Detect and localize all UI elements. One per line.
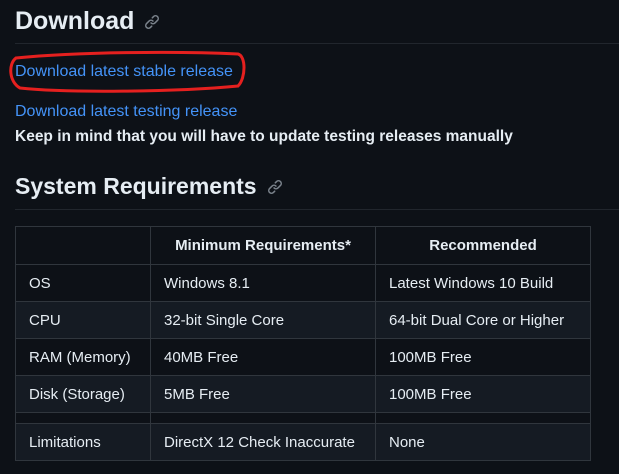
table-row-empty — [15, 412, 591, 424]
table-header-row: Minimum Requirements* Recommended — [15, 226, 591, 265]
table-cell: DirectX 12 Check Inaccurate — [150, 423, 376, 461]
table-cell: Limitations — [15, 423, 151, 461]
table-row: CPU 32-bit Single Core 64-bit Dual Core … — [15, 301, 591, 339]
table-cell: 64-bit Dual Core or Higher — [375, 301, 591, 339]
table-cell: Windows 8.1 — [150, 264, 376, 302]
table-cell: None — [375, 423, 591, 461]
table-cell: CPU — [15, 301, 151, 339]
requirements-table: Minimum Requirements* Recommended OS Win… — [15, 226, 591, 461]
table-cell: OS — [15, 264, 151, 302]
table-cell — [150, 412, 376, 424]
link-icon[interactable] — [144, 14, 160, 30]
heading-divider — [15, 43, 619, 44]
table-row: Disk (Storage) 5MB Free 100MB Free — [15, 375, 591, 413]
table-row: Limitations DirectX 12 Check Inaccurate … — [15, 423, 591, 461]
download-heading-text: Download — [15, 7, 135, 35]
system-requirements-heading: System Requirements — [15, 173, 283, 200]
table-header-cell: Minimum Requirements* — [150, 226, 376, 265]
table-header-cell: Recommended — [375, 226, 591, 265]
table-row: OS Windows 8.1 Latest Windows 10 Build — [15, 264, 591, 302]
table-cell: 40MB Free — [150, 338, 376, 376]
table-cell: RAM (Memory) — [15, 338, 151, 376]
table-cell: 100MB Free — [375, 338, 591, 376]
download-stable-link[interactable]: Download latest stable release — [15, 63, 233, 81]
heading-divider — [15, 209, 619, 210]
table-cell: 100MB Free — [375, 375, 591, 413]
table-cell: Latest Windows 10 Build — [375, 264, 591, 302]
download-testing-link[interactable]: Download latest testing release — [15, 103, 237, 121]
system-requirements-heading-text: System Requirements — [15, 173, 257, 199]
table-cell — [15, 412, 151, 424]
table-cell: 32-bit Single Core — [150, 301, 376, 339]
table-cell: 5MB Free — [150, 375, 376, 413]
table-cell — [375, 412, 591, 424]
table-row: RAM (Memory) 40MB Free 100MB Free — [15, 338, 591, 376]
table-cell: Disk (Storage) — [15, 375, 151, 413]
testing-note: Keep in mind that you will have to updat… — [15, 128, 513, 145]
download-heading: Download — [15, 7, 160, 36]
table-header-cell — [15, 226, 151, 265]
link-icon[interactable] — [267, 179, 283, 195]
